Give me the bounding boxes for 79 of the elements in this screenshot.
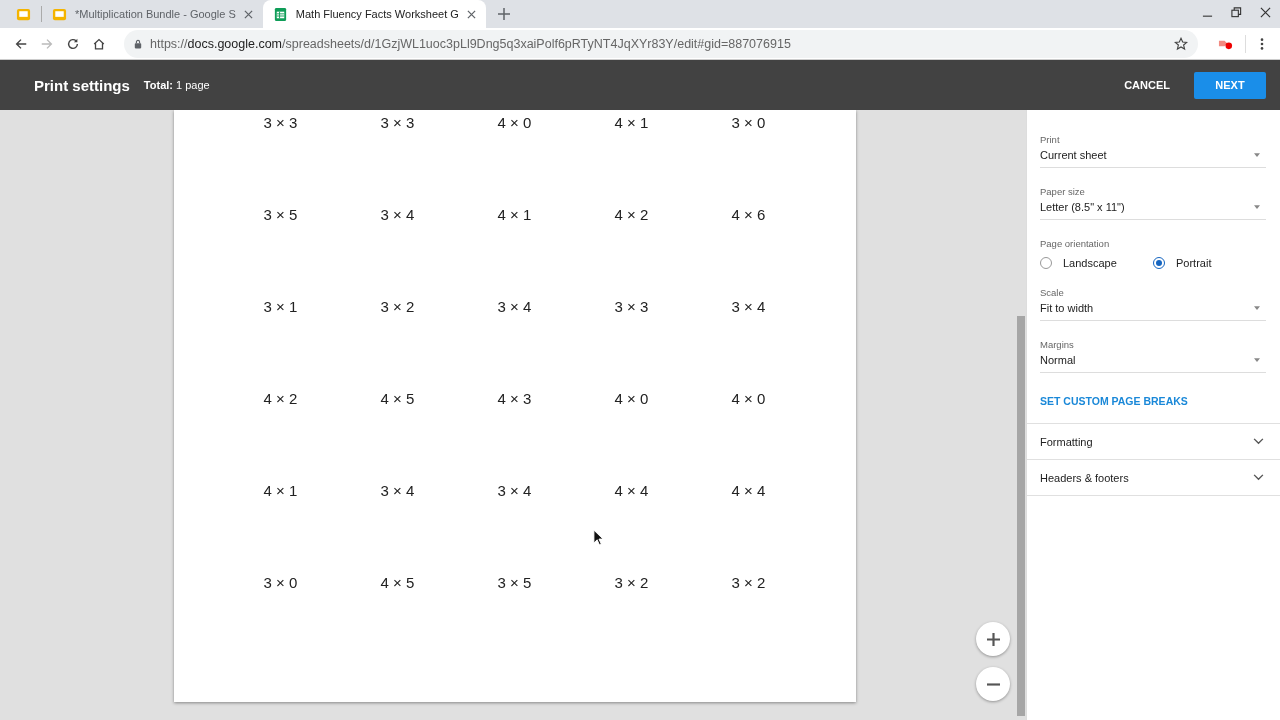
math-fact: 4 × 1 bbox=[496, 205, 533, 224]
math-fact: 4 × 2 bbox=[613, 205, 650, 224]
field-label: Scale bbox=[1040, 287, 1065, 298]
dropdown[interactable]: Letter (8.5" x 11") bbox=[1040, 201, 1266, 220]
home-icon[interactable] bbox=[92, 36, 106, 51]
dropdown[interactable]: Normal bbox=[1040, 354, 1266, 373]
math-fact: 3 × 5 bbox=[496, 573, 533, 592]
sheets-icon bbox=[272, 6, 288, 22]
math-fact: 3 × 4 bbox=[496, 297, 533, 316]
close-icon[interactable] bbox=[466, 9, 476, 19]
math-fact: 3 × 0 bbox=[262, 573, 299, 592]
slides-icon bbox=[16, 6, 31, 22]
math-fact: 4 × 5 bbox=[379, 573, 416, 592]
math-fact: 3 × 3 bbox=[379, 113, 416, 132]
custom-page-breaks-link[interactable]: SET CUSTOM PAGE BREAKS bbox=[1040, 395, 1188, 407]
math-fact: 4 × 1 bbox=[613, 113, 650, 132]
math-fact: 4 × 0 bbox=[730, 389, 767, 408]
math-fact: 4 × 4 bbox=[613, 481, 650, 500]
math-fact: 3 × 3 bbox=[613, 297, 650, 316]
url-text: https://docs.google.com/spreadsheets/d/1GzjWL1uoc3pLl9Dng5q3xaiPolf6pRTyNT4JqXYr83Y/edit#gid=887076915 bbox=[150, 36, 791, 51]
math-fact: 3 × 4 bbox=[730, 297, 767, 316]
zoom-in-button[interactable] bbox=[976, 622, 1010, 656]
tab-title: Math Fluency Facts Worksheet G bbox=[295, 8, 459, 20]
math-fact: 3 × 4 bbox=[379, 481, 416, 500]
caret-icon bbox=[1254, 306, 1260, 310]
math-fact: 3 × 3 bbox=[262, 113, 299, 132]
math-fact: 4 × 2 bbox=[262, 389, 299, 408]
address-field[interactable]: https://docs.google.com/spreadsheets/d/1GzjWL1uoc3pLl9Dng5q3xaiPolf6pRTyNT4JqXYr83Y/edit#gid=887076915 bbox=[124, 29, 1198, 58]
math-fact: 3 × 2 bbox=[730, 573, 767, 592]
back-icon[interactable] bbox=[14, 36, 28, 51]
radio-label[interactable]: Portrait bbox=[1176, 257, 1212, 269]
restore-icon[interactable] bbox=[1231, 7, 1242, 18]
tab-title: *Multiplication Bundle - Google S bbox=[75, 8, 236, 20]
caret-icon bbox=[1254, 153, 1260, 157]
math-fact: 4 × 0 bbox=[496, 113, 533, 132]
math-fact: 4 × 5 bbox=[379, 389, 416, 408]
browser-tab[interactable]: Math Fluency Facts Worksheet G bbox=[262, 0, 486, 28]
math-fact: 3 × 5 bbox=[262, 205, 299, 224]
section-title: Headers & footers bbox=[1040, 471, 1129, 484]
reload-icon[interactable] bbox=[66, 36, 80, 51]
math-fact: 3 × 2 bbox=[379, 297, 416, 316]
total-label: Total: bbox=[143, 79, 173, 91]
scrollbar-thumb[interactable] bbox=[1017, 316, 1026, 716]
collapsible-section[interactable]: Formatting bbox=[1027, 423, 1280, 459]
math-fact: 3 × 4 bbox=[379, 205, 416, 224]
dropdown[interactable]: Current sheet bbox=[1040, 149, 1266, 168]
star-icon[interactable] bbox=[1174, 36, 1188, 51]
math-fact: 3 × 1 bbox=[262, 297, 299, 316]
new-tab-icon[interactable] bbox=[497, 8, 510, 20]
radio-label[interactable]: Landscape bbox=[1063, 257, 1117, 269]
cancel-button[interactable]: CANCEL bbox=[1114, 71, 1180, 99]
math-fact: 4 × 1 bbox=[262, 481, 299, 500]
math-fact: 3 × 0 bbox=[730, 113, 767, 132]
caret-icon bbox=[1254, 205, 1260, 209]
field-label: Paper size bbox=[1040, 186, 1086, 197]
browser-tab[interactable]: *Multiplication Bundle - Google S bbox=[42, 0, 263, 28]
menu-icon[interactable] bbox=[1260, 36, 1264, 51]
close-icon[interactable] bbox=[1260, 7, 1271, 18]
section-title: Formatting bbox=[1040, 435, 1093, 448]
math-fact: 4 × 6 bbox=[730, 205, 767, 224]
collapsible-section[interactable]: Headers & footers bbox=[1027, 459, 1280, 496]
math-fact: 4 × 3 bbox=[496, 389, 533, 408]
zoom-out-button[interactable] bbox=[976, 667, 1010, 701]
field-label: Margins bbox=[1040, 339, 1075, 350]
caret-icon bbox=[1254, 358, 1260, 362]
close-icon[interactable] bbox=[243, 9, 253, 19]
field-label: Print bbox=[1040, 134, 1061, 145]
dropdown[interactable]: Fit to width bbox=[1040, 302, 1266, 321]
total-value: 1 page bbox=[176, 79, 210, 91]
plus-icon bbox=[986, 632, 1000, 646]
math-fact: 4 × 4 bbox=[730, 481, 767, 500]
slides-icon bbox=[52, 6, 67, 22]
math-fact: 3 × 2 bbox=[613, 573, 650, 592]
field-label: Page orientation bbox=[1040, 238, 1111, 249]
cursor-icon bbox=[593, 529, 604, 546]
page-title: Print settings bbox=[34, 76, 130, 94]
lock-icon bbox=[134, 38, 142, 49]
math-fact: 3 × 4 bbox=[496, 481, 533, 500]
math-fact: 4 × 0 bbox=[613, 389, 650, 408]
